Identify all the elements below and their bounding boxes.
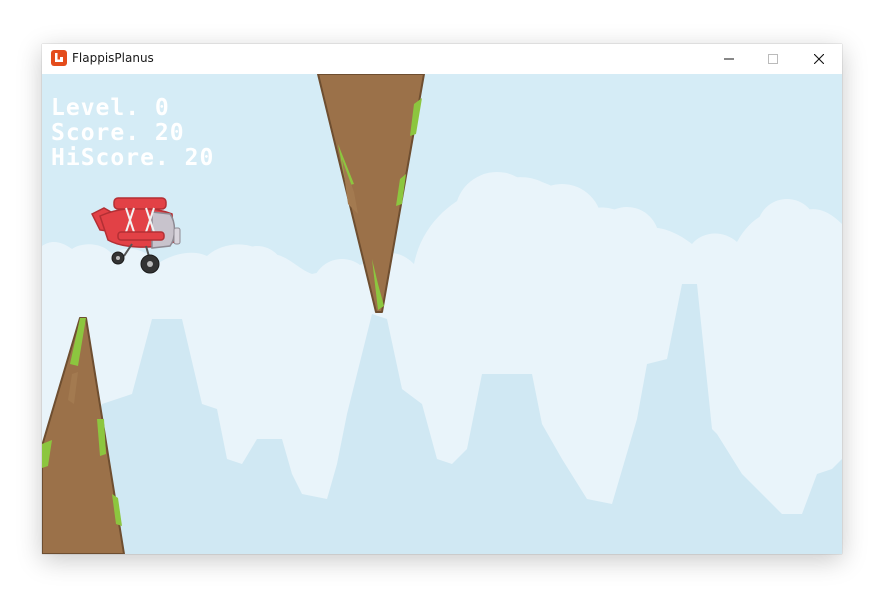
maximize-button[interactable] [750,44,796,74]
app-window: FlappisPlanus Level. 0 Score. 20 HiScore… [42,44,842,554]
hiscore-readout: HiScore. 20 [51,145,215,171]
hud-stats: Level. 0 Score. 20 HiScore. 20 [51,96,214,171]
game-canvas[interactable]: Level. 0 Score. 20 HiScore. 20 [42,74,842,554]
score-readout: Score. 20 [51,120,185,146]
close-button[interactable] [796,44,842,74]
maximize-icon [768,54,778,64]
close-icon [814,54,824,64]
level-readout: Level. 0 [51,95,170,121]
minimize-icon [724,58,734,60]
monogame-icon [51,50,67,66]
title-bar[interactable]: FlappisPlanus [42,44,842,74]
window-title: FlappisPlanus [72,51,154,65]
minimize-button[interactable] [706,44,752,74]
